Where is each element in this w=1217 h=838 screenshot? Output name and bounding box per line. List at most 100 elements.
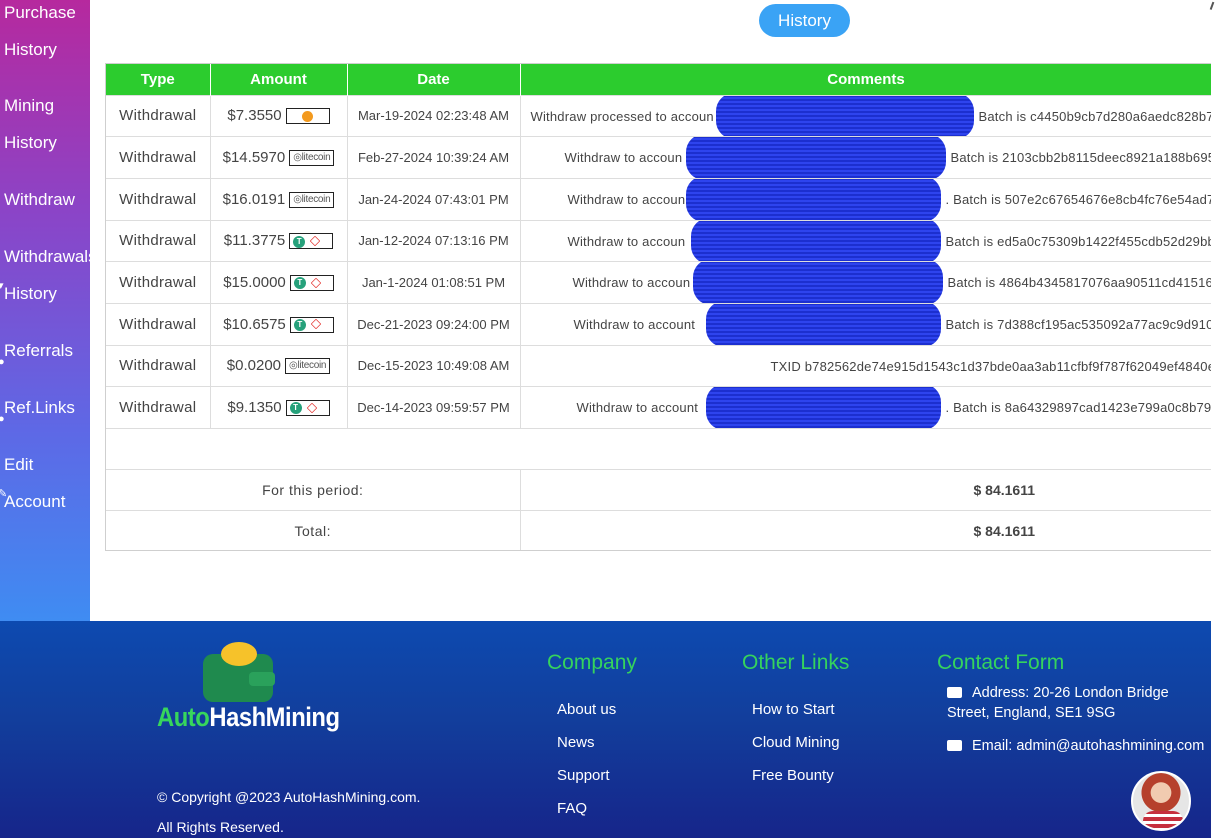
sidebar-item-label: History <box>4 133 57 152</box>
user-icon: ● <box>0 413 5 425</box>
sidebar-item-withdrawals-history[interactable]: ▾ Withdrawals History <box>0 238 90 312</box>
history-button[interactable]: History <box>759 4 850 37</box>
total-value: $ 84.1611 <box>520 510 1211 550</box>
comment-batch-text: Batch is 2103cbb2b8115deec8921a188b69500 <box>950 150 1212 166</box>
total-label: Total: <box>106 510 521 550</box>
table-row: Withdrawal $9.1350 T Dec-14-2023 09:59:57… <box>106 386 1211 429</box>
table-header-row: Type Amount Date Comments <box>106 64 1211 95</box>
divider-mark <box>1209 1 1216 11</box>
cell-date: Dec-14-2023 09:59:57 PM <box>347 386 521 429</box>
address-text: Address: 20-26 London Bridge Street, Eng… <box>947 685 1169 721</box>
cell-date: Jan-1-2024 01:08:51 PM <box>347 261 521 304</box>
sidebar-item-label: Ref.Links <box>4 398 75 417</box>
sidebar-item-label: History <box>4 40 57 59</box>
cell-comment: Withdraw to account . Batch is 8a6432989… <box>520 386 1211 429</box>
cell-comment: Withdraw processed to accoun Batch is c4… <box>520 94 1211 137</box>
sidebar-item-purchase-history[interactable]: Purchase History <box>4 0 90 68</box>
contact-email[interactable]: Email: admin@autohashmining.com <box>937 736 1211 756</box>
footer-link-news[interactable]: News <box>547 726 637 759</box>
cell-amount: $11.3775 T <box>210 219 348 262</box>
cell-type: Withdrawal <box>106 136 211 179</box>
coin-label: litecoin <box>301 193 331 205</box>
contact-address: Address: 20-26 London Bridge Street, Eng… <box>937 683 1211 723</box>
comment-text: Withdraw to account <box>576 400 699 416</box>
litecoin-icon: ◎litecoin <box>289 150 335 167</box>
redaction-mark <box>705 387 941 429</box>
tether-icon: T <box>293 235 306 248</box>
litecoin-icon: ◎litecoin <box>289 191 335 208</box>
footer-other-links-column: Other Links How to Start Cloud Mining Fr… <box>742 651 849 792</box>
scroll-edge <box>1211 621 1217 838</box>
site-logo[interactable]: AutoHashMining <box>157 640 340 740</box>
footer-link-support[interactable]: Support <box>547 759 637 792</box>
table: Type Amount Date Comments Withdrawal $7.… <box>106 64 1212 550</box>
amount-value: $16.0191 <box>222 190 286 208</box>
sidebar-item-label: Mining <box>4 96 55 115</box>
coin-label: litecoin <box>301 152 331 164</box>
table-row: Withdrawal $7.3550 Mar-19-2024 02:23:48 … <box>106 94 1211 137</box>
cell-date: Mar-19-2024 02:23:48 AM <box>347 94 521 137</box>
logo-text-hashmining: HashMining <box>209 702 340 732</box>
sidebar-item-mining-history[interactable]: Mining History <box>4 87 90 161</box>
tether-icon: T <box>289 402 302 415</box>
tether-tron-icon: T <box>289 275 334 292</box>
column-header-date: Date <box>347 64 521 95</box>
comment-text: Withdraw to accoun <box>567 191 686 207</box>
column-header-comments: Comments <box>520 64 1211 95</box>
table-row: Withdrawal $15.0000 T Jan-1-2024 01:08:51… <box>106 261 1212 304</box>
withdrawals-table: Type Amount Date Comments Withdrawal $7.… <box>105 63 1211 551</box>
logo-text-auto: Auto <box>157 702 210 732</box>
cell-type: Withdrawal <box>106 219 211 262</box>
footer-link-about[interactable]: About us <box>547 693 637 726</box>
chat-avatar[interactable] <box>1131 771 1191 831</box>
comment-batch-text: Batch is 7d388cf195ac535092a77ac9c9d9105… <box>945 316 1212 332</box>
cell-comment: Withdraw to accoun Batch is 4864b4345817… <box>520 261 1212 304</box>
footer-company-column: Company About us News Support FAQ <box>547 651 637 825</box>
table-row: Withdrawal $14.5970 ◎litecoin Feb-27-2024… <box>106 136 1212 179</box>
footer-link-cloud-mining[interactable]: Cloud Mining <box>742 726 849 759</box>
sidebar-item-ref-links[interactable]: ● Ref.Links <box>0 389 90 426</box>
amount-value: $14.5970 <box>222 149 286 167</box>
footer-link-faq[interactable]: FAQ <box>547 792 637 825</box>
table-row: Withdrawal $0.0200 ◎litecoin Dec-15-2023 … <box>106 344 1212 387</box>
tron-icon <box>306 402 317 414</box>
cell-amount: $0.0200 ◎litecoin <box>210 344 348 387</box>
redaction-mark <box>715 95 974 137</box>
table-row: Withdrawal $11.3775 T Jan-12-2024 07:13:1… <box>106 219 1212 262</box>
cell-comment: Withdraw to accoun Batch is 2103cbb2b811… <box>520 136 1212 179</box>
amount-value: $11.3775 <box>223 232 286 250</box>
coin-label: litecoin <box>297 360 327 372</box>
copyright: © Copyright @2023 AutoHashMining.com. Al… <box>157 782 420 838</box>
tron-icon <box>310 277 322 289</box>
column-header-amount: Amount <box>210 64 348 95</box>
sidebar: Purchase History Mining History Withdraw… <box>0 0 90 621</box>
bitcoin-icon <box>285 108 330 125</box>
comment-batch-text: Batch is 4864b4345817076aa90511cd41516c8… <box>947 275 1212 291</box>
tether-tron-icon: T <box>289 316 334 333</box>
cell-amount: $10.6575 T <box>210 302 348 346</box>
sidebar-item-edit-account[interactable]: ✎ Edit Account <box>0 446 90 520</box>
redaction-mark <box>705 304 941 346</box>
pencil-icon: ✎ <box>0 488 8 500</box>
empty-row <box>106 428 1211 470</box>
sidebar-item-label: Withdraw <box>4 190 75 209</box>
cell-type: Withdrawal <box>106 344 211 387</box>
copyright-text: © Copyright @2023 AutoHashMining.com. <box>157 789 421 805</box>
period-summary-row: For this period: $ 84.1611 <box>106 469 1211 511</box>
comment-batch-text: Batch is ed5a0c75309b1422f455cdb52d29bba… <box>945 233 1212 249</box>
total-summary-row: Total: $ 84.1611 <box>106 510 1211 550</box>
footer-link-how-to-start[interactable]: How to Start <box>742 693 849 726</box>
cell-amount: $7.3550 <box>210 94 348 137</box>
table-row: Withdrawal $10.6575 T Dec-21-2023 09:24:0… <box>106 302 1212 346</box>
comment-batch-text: TXID b782562de74e915d1543c1d37bde0aa3ab1… <box>770 358 1212 374</box>
cell-type: Withdrawal <box>106 261 211 304</box>
tron-icon <box>310 319 322 330</box>
sidebar-item-referrals[interactable]: ● Referrals <box>0 332 90 369</box>
footer-link-free-bounty[interactable]: Free Bounty <box>742 759 849 792</box>
cell-type: Withdrawal <box>106 177 211 221</box>
sidebar-item-label: Purchase <box>4 3 76 22</box>
sidebar-item-withdraw[interactable]: Withdraw <box>4 181 90 218</box>
amount-value: $15.0000 <box>223 274 286 292</box>
cell-date: Jan-24-2024 07:43:01 PM <box>347 177 521 221</box>
email-text: Email: admin@autohashmining.com <box>972 738 1205 754</box>
